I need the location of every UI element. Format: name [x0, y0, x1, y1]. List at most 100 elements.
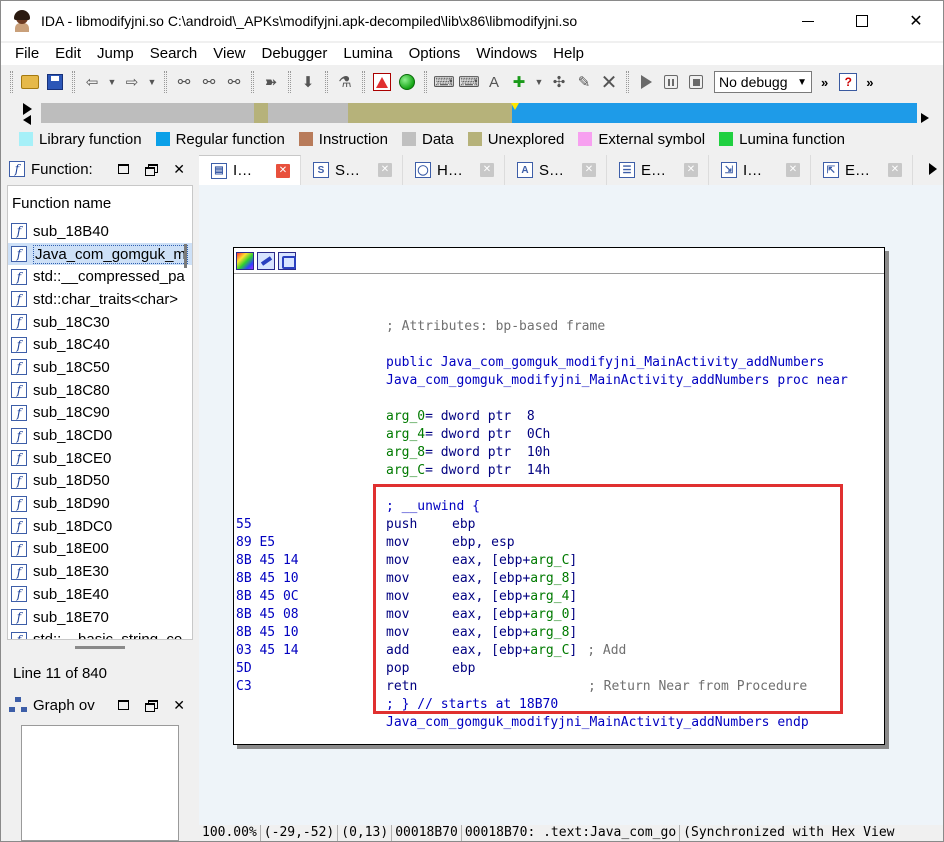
menu-edit[interactable]: Edit: [47, 43, 89, 65]
tab-exports[interactable]: ⇱ E… ✕: [811, 155, 913, 185]
tab-close-icon[interactable]: ✕: [582, 163, 596, 177]
function-row[interactable]: f sub_18C30: [8, 311, 192, 334]
function-row[interactable]: f sub_18B40: [8, 220, 192, 243]
function-row[interactable]: f std::__basic_string_co: [8, 628, 192, 639]
function-row[interactable]: f sub_18DC0: [8, 515, 192, 538]
create-dropdown[interactable]: ▼: [533, 71, 545, 93]
endp-declaration[interactable]: Java_com_gomguk_modifyjni_MainActivity_a…: [386, 714, 809, 732]
panel-close-button[interactable]: ✕: [173, 698, 185, 712]
problems-button[interactable]: [371, 71, 393, 93]
panel-maximize-button[interactable]: [118, 700, 130, 710]
menu-help[interactable]: Help: [545, 43, 592, 65]
navigation-band[interactable]: [41, 103, 917, 123]
toolbar-grip[interactable]: [10, 71, 13, 93]
node-group-icon[interactable]: [278, 251, 296, 270]
lumina-button[interactable]: ⚗: [334, 71, 356, 93]
menu-file[interactable]: File: [7, 43, 47, 65]
start-analysis-button[interactable]: [396, 71, 418, 93]
debugger-select[interactable]: No debugg ▼: [714, 71, 812, 93]
node-color-icon[interactable]: [236, 251, 254, 270]
toolbar-grip[interactable]: [251, 71, 254, 93]
open-button[interactable]: [19, 71, 41, 93]
function-row[interactable]: f sub_18D90: [8, 492, 192, 515]
public-declaration[interactable]: public Java_com_gomguk_modifyjni_MainAct…: [386, 354, 824, 372]
function-row[interactable]: f sub_18D50: [8, 470, 192, 493]
graph-node[interactable]: ; Attributes: bp-based frame public Java…: [233, 247, 885, 745]
close-button[interactable]: ✕: [889, 1, 943, 41]
menu-lumina[interactable]: Lumina: [335, 43, 400, 65]
column-header-function-name[interactable]: Function name: [8, 186, 192, 220]
function-row[interactable]: f std::__compressed_pa: [8, 265, 192, 288]
string-button[interactable]: A: [483, 71, 505, 93]
panel-float-button[interactable]: [145, 164, 159, 176]
functions-list[interactable]: Function name f sub_18B40 f Java_com_gomgu…: [7, 185, 193, 640]
arg-line[interactable]: arg_0= dword ptr 8: [386, 408, 535, 426]
function-row[interactable]: f std::char_traits<char>: [8, 288, 192, 311]
nav-band-left-icon[interactable]: [23, 115, 31, 125]
toolbar-grip[interactable]: [288, 71, 291, 93]
help-icon[interactable]: ?: [839, 73, 858, 91]
function-row[interactable]: f sub_18CD0: [8, 424, 192, 447]
debug-pause-button[interactable]: [660, 71, 682, 93]
nav-band-right-icon[interactable]: [921, 113, 929, 123]
save-button[interactable]: [44, 71, 66, 93]
tabs-scroll-right-icon[interactable]: [929, 163, 937, 175]
back-button[interactable]: ⇦: [81, 71, 103, 93]
tab-enums[interactable]: ☰ E… ✕: [607, 155, 709, 185]
function-row[interactable]: f sub_18C80: [8, 379, 192, 402]
maximize-button[interactable]: [835, 1, 889, 41]
proc-declaration[interactable]: Java_com_gomguk_modifyjni_MainActivity_a…: [386, 372, 848, 390]
functions-scrollbar[interactable]: [184, 244, 187, 268]
menu-windows[interactable]: Windows: [468, 43, 545, 65]
menu-options[interactable]: Options: [401, 43, 469, 65]
search-immediate-button[interactable]: ⚯: [223, 71, 245, 93]
function-row[interactable]: f sub_18E40: [8, 583, 192, 606]
edit-button[interactable]: ✎: [573, 71, 595, 93]
arg-line[interactable]: arg_4= dword ptr 0Ch: [386, 426, 550, 444]
tab-close-icon[interactable]: ✕: [786, 163, 800, 177]
panel-maximize-button[interactable]: [118, 164, 130, 174]
create-function-button[interactable]: ✚: [508, 71, 530, 93]
search-binary-button[interactable]: ⚯: [173, 71, 195, 93]
data-button[interactable]: ⌨: [458, 71, 480, 93]
tab-imports[interactable]: ⇲ I… ✕: [709, 155, 811, 185]
toolbar-overflow-button-2[interactable]: »: [866, 75, 873, 90]
disassembly-graph-view[interactable]: ; Attributes: bp-based frame public Java…: [199, 185, 943, 825]
menu-view[interactable]: View: [205, 43, 253, 65]
toolbar-grip[interactable]: [626, 71, 629, 93]
functions-hscrollbar[interactable]: [7, 643, 193, 651]
forward-dropdown[interactable]: ▼: [146, 71, 158, 93]
debug-stop-button[interactable]: [685, 71, 707, 93]
toolbar-grip[interactable]: [424, 71, 427, 93]
function-row-selected[interactable]: f Java_com_gomguk_m: [8, 242, 192, 266]
menu-search[interactable]: Search: [142, 43, 206, 65]
tab-close-icon[interactable]: ✕: [378, 163, 392, 177]
struct-button[interactable]: ✣: [548, 71, 570, 93]
down-button[interactable]: ⬇: [297, 71, 319, 93]
panel-close-button[interactable]: ✕: [173, 162, 185, 176]
tab-close-icon[interactable]: ✕: [480, 163, 494, 177]
tab-hex-view[interactable]: ◯ H… ✕: [403, 155, 505, 185]
tab-strings[interactable]: S S… ✕: [301, 155, 403, 185]
menu-jump[interactable]: Jump: [89, 43, 142, 65]
nav-band-arrow-icon[interactable]: [23, 103, 32, 115]
arg-line[interactable]: arg_8= dword ptr 10h: [386, 444, 550, 462]
panel-float-button[interactable]: [145, 700, 159, 712]
jump-button[interactable]: ➽: [260, 71, 282, 93]
search-text-button[interactable]: ⚯: [198, 71, 220, 93]
undefine-button[interactable]: ✕: [598, 71, 620, 94]
toolbar-overflow-button[interactable]: »: [821, 75, 828, 90]
function-row[interactable]: f sub_18E70: [8, 606, 192, 629]
toolbar-grip[interactable]: [72, 71, 75, 93]
function-row[interactable]: f sub_18CE0: [8, 447, 192, 470]
function-row[interactable]: f sub_18C50: [8, 356, 192, 379]
tab-close-icon[interactable]: ✕: [888, 163, 902, 177]
forward-button[interactable]: ⇨: [121, 71, 143, 93]
debug-start-button[interactable]: [635, 71, 657, 93]
menu-debugger[interactable]: Debugger: [254, 43, 336, 65]
tab-close-icon[interactable]: ✕: [276, 163, 290, 178]
function-row[interactable]: f sub_18E30: [8, 560, 192, 583]
function-row[interactable]: f sub_18E00: [8, 538, 192, 561]
node-rename-icon[interactable]: [257, 251, 275, 270]
function-row[interactable]: f sub_18C40: [8, 333, 192, 356]
